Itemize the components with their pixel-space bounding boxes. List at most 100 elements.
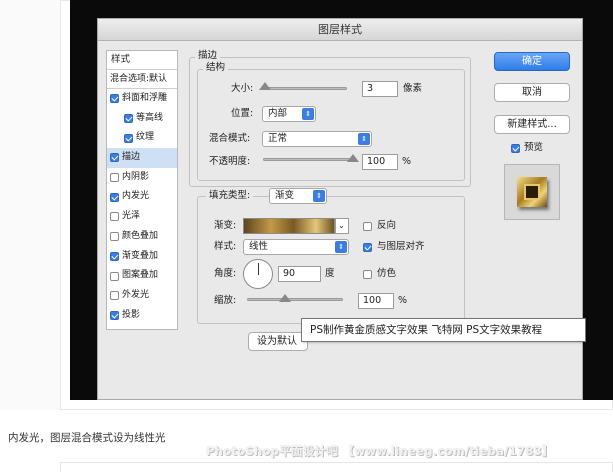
effect-checkbox[interactable] <box>110 271 119 281</box>
blend-mode-value: 正常 <box>268 133 288 144</box>
effect-item[interactable]: 投影 <box>107 306 177 326</box>
caption-text: 内发光，图层混合模式设为线性光 <box>8 432 166 444</box>
effect-checkbox[interactable] <box>110 192 119 202</box>
size-label: 大小: <box>231 83 254 94</box>
effect-label: 描边 <box>122 152 141 163</box>
angle-input[interactable]: 90 <box>278 266 321 282</box>
dither-checkbox[interactable] <box>363 270 372 279</box>
chevron-updown-icon: ⇕ <box>358 133 370 145</box>
next-image-frame <box>60 462 613 472</box>
tooltip: PS制作黄金质感文字效果 飞特网 PS文字效果教程 <box>301 318 586 342</box>
effect-item[interactable]: 纹理 <box>107 128 177 148</box>
size-slider-thumb[interactable] <box>258 82 271 90</box>
effect-label: 颜色叠加 <box>122 230 159 241</box>
effect-item[interactable]: 等高线 <box>107 109 177 129</box>
set-default-button[interactable]: 设为默认 <box>248 332 308 351</box>
scale-unit: % <box>398 295 408 306</box>
opacity-slider[interactable] <box>263 158 353 161</box>
preview-square-inner <box>524 184 540 200</box>
preview-label: 预览 <box>524 142 544 153</box>
effect-checkbox[interactable] <box>110 232 119 242</box>
opacity-label: 不透明度: <box>209 156 251 167</box>
effect-item[interactable]: 描边 <box>107 148 177 168</box>
reverse-label: 反向 <box>377 220 397 231</box>
layer-style-dialog: 图层样式 样式 混合选项:默认 斜面和浮雕 等高线 纹理 描边 内阴影 内发光 光泽 颜色叠加… <box>97 18 583 400</box>
effect-item[interactable]: 图案叠加 <box>107 266 177 286</box>
effect-checkbox[interactable] <box>110 310 119 320</box>
effect-label: 内发光 <box>122 191 150 202</box>
effect-label: 图案叠加 <box>122 270 159 281</box>
scale-label: 缩放: <box>214 295 237 306</box>
effect-item[interactable]: 外发光 <box>107 286 177 306</box>
effect-label: 纹理 <box>136 132 155 143</box>
gradient-label: 渐变: <box>214 220 237 231</box>
chevron-updown-icon: ⇕ <box>335 241 347 253</box>
angle-unit: 度 <box>325 268 335 279</box>
blend-mode-select[interactable]: 正常 ⇕ <box>262 131 372 147</box>
effect-checkbox[interactable] <box>110 153 119 163</box>
style-value: 线性 <box>249 241 269 252</box>
new-style-button[interactable]: 新建样式... <box>494 115 570 134</box>
chevron-updown-icon: ⇕ <box>302 108 314 120</box>
align-with-layer-checkbox[interactable] <box>363 243 372 252</box>
effect-label: 投影 <box>122 309 141 320</box>
effect-checkbox[interactable] <box>110 94 119 104</box>
opacity-unit: % <box>402 156 412 167</box>
effect-label: 光泽 <box>122 211 141 222</box>
effect-checkbox[interactable] <box>124 133 133 143</box>
position-select[interactable]: 内部 ⇕ <box>262 106 316 122</box>
effect-item[interactable]: 斜面和浮雕 <box>107 89 177 109</box>
position-value: 内部 <box>268 108 288 119</box>
style-select[interactable]: 线性 ⇕ <box>243 239 349 255</box>
scale-slider-thumb[interactable] <box>279 294 292 302</box>
stroke-group-title: 描边 <box>195 50 221 62</box>
effect-checkbox[interactable] <box>110 173 119 183</box>
opacity-slider-thumb[interactable] <box>347 154 359 162</box>
angle-dial-needle <box>258 263 259 275</box>
effect-label: 斜面和浮雕 <box>122 93 168 103</box>
dither-label: 仿色 <box>377 268 397 279</box>
effect-item[interactable]: 光泽 <box>107 207 177 227</box>
angle-label: 角度: <box>214 268 237 279</box>
size-slider[interactable] <box>263 87 347 90</box>
effect-checkbox[interactable] <box>110 212 119 222</box>
blend-mode-label: 混合模式: <box>209 133 251 144</box>
gradient-dropdown[interactable]: ⌄ <box>335 218 349 234</box>
reverse-checkbox[interactable] <box>363 222 372 231</box>
styles-header[interactable]: 样式 <box>107 51 177 70</box>
angle-dial[interactable] <box>243 259 273 289</box>
fill-group <box>197 196 465 324</box>
styles-panel: 样式 混合选项:默认 斜面和浮雕等高线纹理描边内阴影内发光光泽颜色叠加渐变叠加图… <box>106 50 178 330</box>
ok-button[interactable]: 确定 <box>494 52 570 71</box>
effect-item[interactable]: 渐变叠加 <box>107 247 177 267</box>
scale-slider[interactable] <box>247 298 343 301</box>
size-input[interactable]: 3 <box>362 81 398 97</box>
dialog-title: 图层样式 <box>98 19 582 41</box>
effect-item[interactable]: 内发光 <box>107 187 177 207</box>
preview-thumbnail <box>504 164 560 220</box>
size-unit: 像素 <box>403 83 423 94</box>
effect-checkbox[interactable] <box>110 251 119 261</box>
chevron-updown-icon: ⇕ <box>313 190 325 202</box>
scale-input[interactable]: 100 <box>358 293 394 309</box>
effect-label: 渐变叠加 <box>122 250 159 261</box>
effect-checkbox[interactable] <box>124 114 133 124</box>
gradient-swatch[interactable] <box>243 218 335 234</box>
effect-label: 内阴影 <box>122 171 150 182</box>
watermark: PhotoShop平面设计吧 【www.lineeg.com/tieba/178… <box>206 444 554 458</box>
preview-square-icon <box>517 177 547 207</box>
effect-item[interactable]: 颜色叠加 <box>107 227 177 247</box>
effect-checkbox[interactable] <box>110 291 119 301</box>
opacity-input[interactable]: 100 <box>362 154 398 170</box>
fill-type-select[interactable]: 渐变 ⇕ <box>269 188 327 204</box>
effect-item[interactable]: 内阴影 <box>107 168 177 188</box>
page-left-margin <box>0 0 60 410</box>
blend-options-item[interactable]: 混合选项:默认 <box>107 70 177 89</box>
preview-checkbox[interactable] <box>511 144 520 153</box>
effect-label: 等高线 <box>136 112 164 123</box>
position-label: 位置: <box>231 108 254 119</box>
fill-type-label: 填充类型: <box>206 190 254 202</box>
align-with-layer-label: 与图层对齐 <box>377 241 425 252</box>
cancel-button[interactable]: 取消 <box>494 83 570 102</box>
effect-label: 外发光 <box>122 289 150 300</box>
